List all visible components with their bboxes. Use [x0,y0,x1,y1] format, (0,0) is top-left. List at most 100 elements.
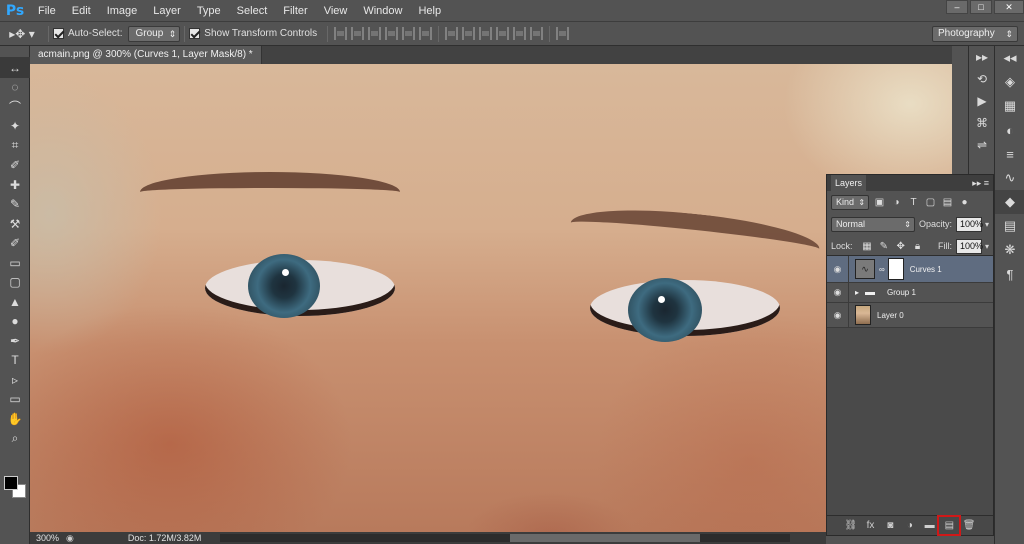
menu-filter[interactable]: Filter [275,0,315,22]
filter-type-icon[interactable]: T [907,196,920,209]
panel-grip[interactable] [0,46,30,58]
layer-name[interactable]: Curves 1 [910,265,942,274]
visibility-eye-icon[interactable]: ◉ [827,303,849,327]
show-transform-checkbox[interactable] [189,28,201,39]
panel-menu-icon[interactable]: ▸▸ ≡ [972,178,989,189]
new-layer-icon[interactable]: ▤ [937,515,962,536]
distribute-vcenter-icon[interactable] [462,27,476,40]
menu-file[interactable]: File [30,0,64,22]
channels-icon[interactable]: ▤ [995,214,1024,238]
maximize-button[interactable]: □ [970,0,992,14]
filter-toggle-icon[interactable]: ● [958,196,971,209]
auto-align-icon[interactable] [556,27,570,40]
layer-row-curves[interactable]: ◉ ∿ ∞ Curves 1 [827,256,993,283]
layers-tab[interactable]: Layers [831,175,867,191]
history-icon[interactable]: ⟲ [969,68,995,90]
hand-tool[interactable]: ✋ [0,409,30,429]
panel-grip-icon[interactable]: ▸▸ [969,46,995,68]
menu-help[interactable]: Help [410,0,449,22]
layer-name[interactable]: Group 1 [887,288,916,297]
opacity-dropdown-icon[interactable]: ▾ [985,220,989,229]
dodge-tool[interactable]: ● [0,312,30,332]
visibility-eye-icon[interactable]: ◉ [827,256,849,282]
align-bottom-icon[interactable] [368,27,382,40]
visibility-eye-icon[interactable]: ◉ [827,283,849,302]
lasso-tool[interactable]: ⌒ [0,97,30,117]
panel-grip-icon[interactable]: ◂◂ [995,46,1024,70]
filter-pixel-icon[interactable]: ▣ [873,196,886,209]
document-canvas[interactable] [30,64,952,532]
lock-transparent-icon[interactable]: ▦ [861,240,874,253]
menu-type[interactable]: Type [189,0,229,22]
lock-all-icon[interactable]: 🔒︎ [911,240,924,253]
pen-tool[interactable]: ✒ [0,331,30,351]
distribute-right-icon[interactable] [530,27,544,40]
blur-tool[interactable]: ▲ [0,292,30,312]
path-selection-tool[interactable]: ▹ [0,370,30,390]
fx-icon[interactable]: fx [864,520,878,531]
brush-tool[interactable]: ✎ [0,195,30,215]
minimize-button[interactable]: – [946,0,968,14]
color-icon[interactable]: ◈ [995,70,1024,94]
filter-kind-dropdown[interactable]: Kind [831,194,870,210]
healing-brush-tool[interactable]: ✚ [0,175,30,195]
menu-window[interactable]: Window [355,0,410,22]
color-swatches[interactable] [4,476,28,500]
magic-wand-tool[interactable]: ✦ [0,117,30,137]
blend-mode-dropdown[interactable]: Normal [831,216,915,232]
distribute-left-icon[interactable] [496,27,510,40]
layer-row-image[interactable]: ◉ Layer 0 [827,303,993,328]
align-hcenter-icon[interactable] [402,27,416,40]
scrollbar-thumb[interactable] [510,534,700,542]
paragraph-icon[interactable]: ¶ [995,262,1024,286]
gradient-tool[interactable]: ▢ [0,273,30,293]
filter-shape-icon[interactable]: ▢ [924,196,937,209]
filter-smart-object-icon[interactable]: ▤ [941,196,954,209]
link-chain-icon[interactable]: ∞ [879,265,885,274]
auto-select-checkbox[interactable] [53,28,64,39]
link-icon[interactable]: ⛓︎ [844,520,858,531]
brush-presets-icon[interactable]: ⌘ [969,112,995,134]
move-tool-icon[interactable]: ▸✥ ▾ [0,24,44,44]
menu-edit[interactable]: Edit [64,0,99,22]
fill-input[interactable]: 100% [955,238,983,254]
distribute-top-icon[interactable] [445,27,459,40]
align-top-icon[interactable] [334,27,348,40]
swatches-icon[interactable]: ▦ [995,94,1024,118]
mask-icon[interactable]: ◙ [883,520,897,531]
menu-select[interactable]: Select [229,0,276,22]
folder-icon[interactable]: ▬ [923,520,937,531]
clone-stamp-tool[interactable]: ⚒ [0,214,30,234]
actions-play-icon[interactable]: ▶ [969,90,995,112]
close-button[interactable]: ✕ [994,0,1024,14]
fill-dropdown-icon[interactable]: ▾ [985,242,989,251]
clone-source-icon[interactable]: ⇌ [969,134,995,156]
lock-position-icon[interactable]: ✥ [894,240,907,253]
paths-icon[interactable]: ❋ [995,238,1024,262]
trash-icon[interactable]: 🗑︎ [962,520,976,531]
eyedropper-tool[interactable]: ✐ [0,156,30,176]
opacity-input[interactable]: 100% [956,216,983,232]
adjustment-icon[interactable]: ◑ [903,520,917,531]
horizontal-scrollbar[interactable] [220,534,790,542]
zoom-tool[interactable]: ⌕ [0,429,30,449]
layer-mask-thumbnail[interactable] [887,258,904,280]
crop-tool[interactable]: ⌗ [0,136,30,156]
distribute-bottom-icon[interactable] [479,27,493,40]
marquee-tool[interactable]: ◌ [0,78,30,98]
eraser-tool[interactable]: ▭ [0,253,30,273]
zoom-level[interactable]: 300% [30,533,66,543]
layers-icon[interactable]: ◆ [995,190,1024,214]
lock-pixels-icon[interactable]: ✎ [877,240,890,253]
type-tool[interactable]: T [0,351,30,371]
align-vcenter-icon[interactable] [351,27,365,40]
workspace-dropdown[interactable]: Photography [932,26,1018,42]
move-tool[interactable]: ↔ [0,58,30,78]
adjustments-icon[interactable]: ◐ [995,118,1024,142]
menu-layer[interactable]: Layer [145,0,189,22]
menu-image[interactable]: Image [99,0,146,22]
expand-arrow-icon[interactable]: ▸ [855,288,859,297]
align-right-icon[interactable] [419,27,433,40]
rectangle-tool[interactable]: ▭ [0,390,30,410]
layer-row-group[interactable]: ◉ ▸ ▬ Group 1 [827,283,993,303]
